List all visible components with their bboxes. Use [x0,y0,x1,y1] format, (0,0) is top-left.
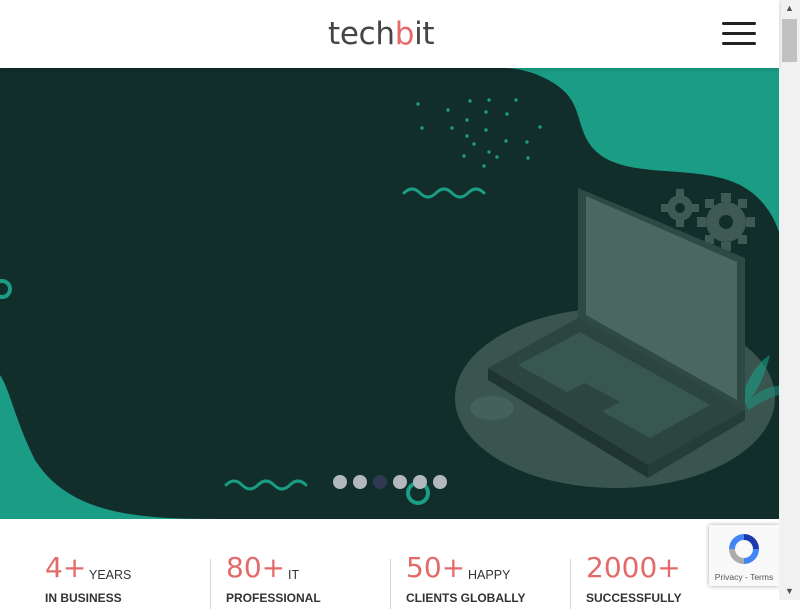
recaptcha-links[interactable]: Privacy - Terms [709,572,779,582]
site-header: techbit [0,0,779,68]
stat-label: IT [288,568,300,582]
stat-sublabel: PROFESSIONAL [226,591,321,605]
scrollbar-thumb[interactable] [782,19,797,62]
stat-number: 4+ [45,551,87,584]
techbit-logo[interactable]: techbit [328,14,435,54]
scroll-up-arrow-icon[interactable]: ▲ [779,0,800,17]
stat-sublabel: CLIENTS GLOBALLY [406,591,526,605]
logo-suffix: it [414,16,435,52]
slide-dot-4[interactable] [393,475,407,489]
stat-divider [570,559,571,609]
stat-sublabel: IN BUSINESS [45,591,122,605]
stats-bar: 4+ YEARS IN BUSINESS 80+ IT PROFESSIONAL… [0,519,779,609]
stat-divider [390,559,391,609]
recaptcha-badge[interactable]: Privacy - Terms [709,525,779,586]
page-scrollbar[interactable]: ▲ ▼ [779,0,800,600]
hero-illustration [0,68,779,519]
hero-banner [0,68,779,519]
slide-dot-2[interactable] [353,475,367,489]
hamburger-menu-icon[interactable] [722,20,756,48]
logo-prefix: tech [328,16,395,52]
stat-label: HAPPY [468,568,511,582]
stat-number: 80+ [226,551,286,584]
slide-dot-1[interactable] [333,475,347,489]
stat-number: 2000+ [586,551,681,584]
recaptcha-icon [726,531,762,572]
logo-accent: b [394,16,415,52]
stat-divider [210,559,211,609]
slider-dots [333,475,447,489]
stat-sublabel: SUCCESSFULLY [586,591,682,605]
scroll-down-arrow-icon[interactable]: ▼ [779,583,800,600]
slide-dot-3-active[interactable] [373,475,387,489]
stat-label: YEARS [89,568,132,582]
stat-number: 50+ [406,551,466,584]
slide-dot-6[interactable] [433,475,447,489]
slide-dot-5[interactable] [413,475,427,489]
